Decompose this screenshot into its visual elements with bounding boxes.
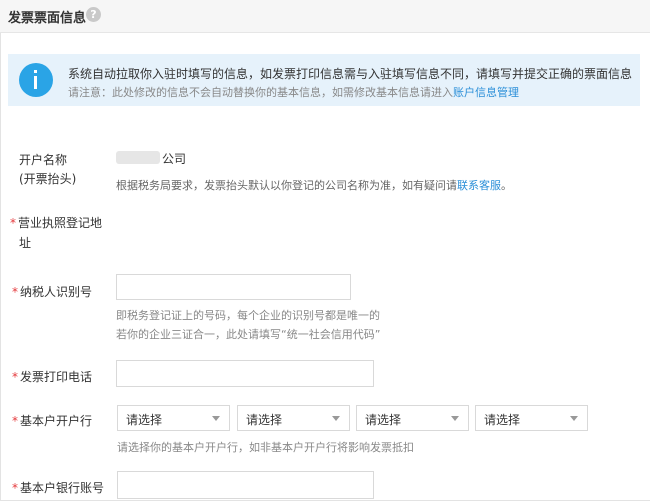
taxpayer-id-hint-2: 若你的企业三证合一，此处请填写“统一社会信用代码” xyxy=(116,328,381,341)
bank-select-2[interactable]: 请选择 xyxy=(237,405,350,431)
bank-hint: 请选择你的基本户开户行，如非基本户开户行将影响发票抵扣 xyxy=(117,441,414,454)
account-info-link[interactable]: 账户信息管理 xyxy=(453,86,519,99)
bank-select-4[interactable]: 请选择 xyxy=(475,405,588,431)
help-icon[interactable]: ? xyxy=(86,7,101,22)
business-address-label: * 营业执照登记地 xyxy=(10,216,103,230)
panel-header: 发票票面信息 ? xyxy=(0,0,650,33)
notice-subtext: 请注意：此处修改的信息不会自动替换你的基本信息，如需修改基本信息请进入账户信息管… xyxy=(68,86,519,99)
company-name-redacted xyxy=(116,151,160,164)
taxpayer-id-hint-1: 即税务登记证上的号码，每个企业的识别号都是唯一的 xyxy=(116,309,380,322)
panel-title: 发票票面信息 xyxy=(8,11,87,26)
bank-account-label: * 基本户银行账号 xyxy=(12,481,105,495)
chevron-down-icon xyxy=(451,416,459,421)
chevron-down-icon xyxy=(332,416,340,421)
invoice-phone-input[interactable] xyxy=(116,360,374,387)
taxpayer-id-label: * 纳税人识别号 xyxy=(12,285,93,299)
bank-account-input[interactable] xyxy=(117,471,374,499)
account-name-sublabel: (开票抬头) xyxy=(19,172,77,186)
invoice-phone-label: * 发票打印电话 xyxy=(12,370,93,384)
notice-text: 系统自动拉取你入驻时填写的信息，如发票打印信息需与入驻填写信息不同，请填写并提交… xyxy=(68,67,633,81)
taxpayer-id-input[interactable] xyxy=(116,274,351,300)
account-name-hint: 根据税务局要求，发票抬头默认以你登记的公司名称为准，如有疑问请联系客服。 xyxy=(116,179,512,192)
bank-select-1[interactable]: 请选择 xyxy=(117,405,230,431)
bank-select-3[interactable]: 请选择 xyxy=(356,405,469,431)
info-notice: 系统自动拉取你入驻时填写的信息，如发票打印信息需与入驻填写信息不同，请填写并提交… xyxy=(8,54,640,106)
account-name-label: 开户名称 xyxy=(19,153,68,167)
chevron-down-icon xyxy=(212,416,220,421)
business-address-label-cont: 址 xyxy=(19,236,32,250)
contact-support-link[interactable]: 联系客服 xyxy=(457,179,501,192)
company-name-suffix: 公司 xyxy=(162,152,187,166)
chevron-down-icon xyxy=(570,416,578,421)
bank-label: * 基本户开户行 xyxy=(12,414,93,428)
info-icon xyxy=(19,63,53,97)
